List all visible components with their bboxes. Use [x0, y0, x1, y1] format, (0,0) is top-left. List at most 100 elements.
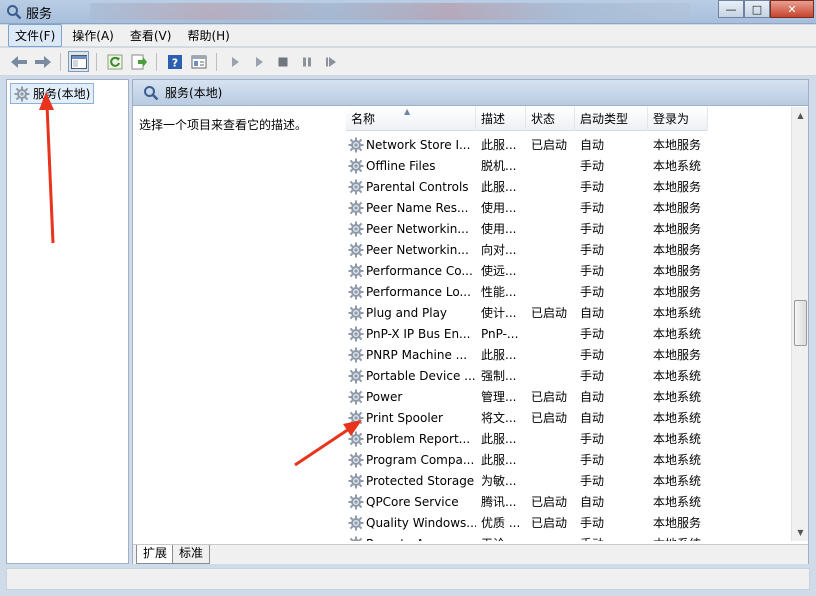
service-description: 腾讯...	[481, 495, 517, 509]
menu-view[interactable]: 查看(V)	[124, 25, 178, 46]
service-name: Print Spooler	[366, 410, 443, 425]
vertical-scrollbar[interactable]: ▲ ▼	[791, 107, 808, 541]
service-description: 此服...	[481, 180, 517, 194]
service-logon-as: 本地系统	[653, 327, 702, 341]
table-row[interactable]: Offline Files 脱机... 手动 本地系统	[346, 155, 708, 176]
toolbar-separator	[96, 52, 97, 71]
service-description: 为敏...	[481, 474, 517, 488]
tree-item-services-local[interactable]: 服务(本地)	[10, 83, 95, 104]
service-logon-as: 本地服务	[653, 201, 702, 215]
scrollbar-thumb[interactable]	[794, 300, 807, 346]
scroll-up-icon[interactable]: ▲	[792, 107, 808, 124]
service-startup-type: 手动	[580, 327, 605, 341]
table-row[interactable]: Plug and Play 使计... 已启动 自动 本地系统	[346, 302, 708, 323]
column-header-startup-type[interactable]: 启动类型	[575, 107, 648, 131]
service-name: Quality Windows...	[366, 515, 476, 530]
service-logon-as: 本地服务	[653, 222, 702, 236]
menu-action[interactable]: 操作(A)	[66, 25, 120, 46]
close-button[interactable]: ✕	[770, 0, 814, 18]
service-name-cell: Portable Device ...	[346, 368, 476, 384]
service-startup-type: 手动	[580, 516, 605, 530]
service-name: Protected Storage	[366, 473, 475, 488]
service-status: 已启动	[531, 495, 568, 509]
start-icon	[231, 56, 239, 67]
service-name-cell: Performance Lo...	[346, 284, 476, 300]
help-button[interactable]: ?	[164, 51, 185, 72]
description-prompt: 选择一个项目来查看它的描述。	[139, 118, 308, 132]
service-name-cell: Network Store I...	[346, 137, 476, 153]
forward-button[interactable]	[32, 51, 53, 72]
service-name-cell: PNRP Machine ...	[346, 347, 476, 363]
column-header-status[interactable]: 状态	[526, 107, 575, 131]
properties-button[interactable]	[188, 51, 209, 72]
gear-icon	[348, 410, 364, 426]
column-header-logon-as[interactable]: 登录为	[648, 107, 708, 131]
details-header: 服务(本地)	[133, 80, 808, 106]
menu-help[interactable]: 帮助(H)	[181, 25, 235, 46]
service-name: Parental Controls	[366, 179, 469, 194]
table-row[interactable]: Protected Storage 为敏... 手动 本地系统	[346, 470, 708, 491]
start-service-alt-button[interactable]	[248, 51, 269, 72]
service-name-cell: Power	[346, 389, 476, 405]
service-logon-as: 本地系统	[653, 474, 702, 488]
service-startup-type: 手动	[580, 243, 605, 257]
refresh-button[interactable]	[104, 51, 125, 72]
table-row[interactable]: Peer Networkin... 向对... 手动 本地服务	[346, 239, 708, 260]
table-row[interactable]: Performance Co... 使远... 手动 本地服务	[346, 260, 708, 281]
gear-icon	[348, 242, 364, 258]
stop-service-button[interactable]	[272, 51, 293, 72]
pause-service-button[interactable]	[296, 51, 317, 72]
table-row[interactable]: PNRP Machine ... 此服... 手动 本地服务	[346, 344, 708, 365]
service-name-cell: Peer Name Res...	[346, 200, 476, 216]
column-header-description[interactable]: 描述	[476, 107, 526, 131]
service-name-cell: Program Compa...	[346, 452, 476, 468]
table-row[interactable]: Power 管理... 已启动 自动 本地系统	[346, 386, 708, 407]
service-description: 使用...	[481, 222, 517, 236]
service-description: 使远...	[481, 264, 517, 278]
table-row[interactable]: PnP-X IP Bus En... PnP-... 手动 本地系统	[346, 323, 708, 344]
menu-bar: 文件(F) 操作(A) 查看(V) 帮助(H)	[0, 24, 816, 47]
table-row[interactable]: Problem Report... 此服... 手动 本地系统	[346, 428, 708, 449]
service-name-cell: Quality Windows...	[346, 515, 476, 531]
restart-service-button[interactable]	[320, 51, 341, 72]
show-console-tree-button[interactable]	[68, 51, 89, 72]
table-row[interactable]: Network Store I... 此服... 已启动 自动 本地服务	[346, 134, 708, 155]
service-logon-as: 本地系统	[653, 432, 702, 446]
gear-icon	[348, 284, 364, 300]
export-list-button[interactable]	[128, 51, 149, 72]
column-header-name[interactable]: ▲ 名称	[346, 107, 476, 131]
gear-icon	[348, 179, 364, 195]
table-row[interactable]: QPCore Service 腾讯... 已启动 自动 本地系统	[346, 491, 708, 512]
service-startup-type: 自动	[580, 495, 605, 509]
service-status: 已启动	[531, 516, 568, 530]
minimize-button[interactable]: —	[718, 0, 744, 18]
service-name: Remote Access ...	[366, 537, 472, 542]
tab-standard[interactable]: 标准	[172, 545, 211, 564]
back-button[interactable]	[8, 51, 29, 72]
menu-file[interactable]: 文件(F)	[8, 24, 63, 47]
console-tree-icon	[70, 54, 87, 69]
table-row[interactable]: Print Spooler 将文... 已启动 自动 本地系统	[346, 407, 708, 428]
scroll-down-icon[interactable]: ▼	[792, 524, 808, 541]
table-row[interactable]: Remote Access ... 无论... 手动本地系统	[346, 533, 708, 541]
start-service-button[interactable]	[224, 51, 245, 72]
gear-icon	[348, 368, 364, 384]
service-logon-as: 本地系统	[653, 159, 702, 173]
table-row[interactable]: Quality Windows... 优质 ... 已启动 手动 本地服务	[346, 512, 708, 533]
table-row[interactable]: Peer Name Res... 使用... 手动 本地服务	[346, 197, 708, 218]
maximize-button[interactable]: □	[744, 0, 770, 18]
service-name: Problem Report...	[366, 431, 471, 446]
service-description: 无论...	[476, 535, 526, 541]
service-logon-as: 本地系统	[653, 369, 702, 383]
table-row[interactable]: Portable Device ... 强制... 手动 本地系统	[346, 365, 708, 386]
gear-icon	[348, 263, 364, 279]
service-name-cell: Performance Co...	[346, 263, 476, 279]
table-row[interactable]: Peer Networkin... 使用... 手动 本地服务	[346, 218, 708, 239]
table-row[interactable]: Parental Controls 此服... 手动 本地服务	[346, 176, 708, 197]
tab-extended[interactable]: 扩展	[136, 545, 175, 564]
export-icon	[131, 54, 147, 69]
table-row[interactable]: Program Compa... 此服... 手动 本地系统	[346, 449, 708, 470]
table-row[interactable]: Performance Lo... 性能... 手动 本地服务	[346, 281, 708, 302]
service-startup-type: 手动	[580, 432, 605, 446]
console-tree-pane: 服务(本地)	[6, 79, 129, 564]
